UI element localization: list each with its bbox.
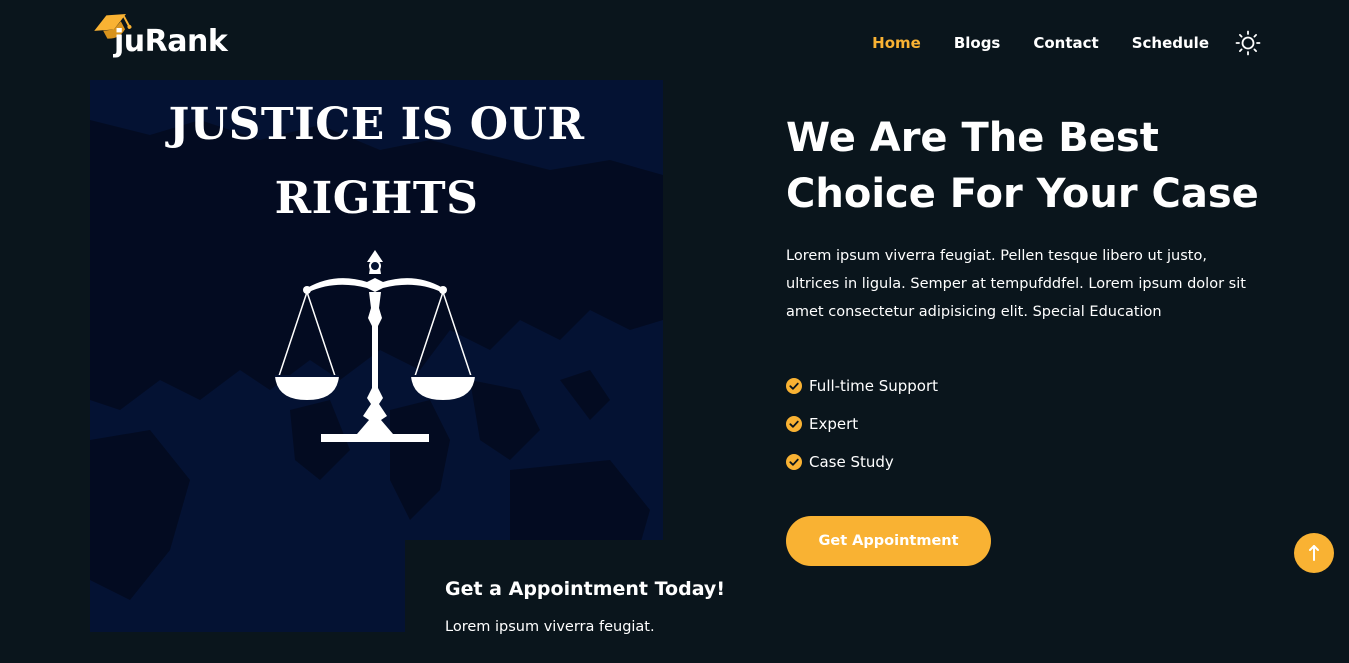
sun-icon[interactable]	[1235, 30, 1261, 56]
nav-home[interactable]: Home	[872, 34, 921, 52]
appointment-card-title: Get a Appointment Today!	[445, 578, 725, 600]
arrow-up-icon	[1309, 545, 1319, 561]
feature-label: Full-time Support	[809, 377, 939, 395]
check-circle-icon	[786, 454, 802, 470]
feature-item: Full-time Support	[786, 367, 938, 405]
check-circle-icon	[786, 378, 802, 394]
hero-headline-line-2: Choice For Your Case	[786, 171, 1259, 217]
hero-image-title: JUSTICE IS OUR RIGHTS	[90, 88, 663, 236]
hero-headline-line-1: We Are The Best	[786, 115, 1159, 161]
hero-title-line-1: JUSTICE IS OUR	[168, 99, 585, 150]
scales-of-justice-icon	[275, 250, 475, 442]
hero-headline: We Are The Best Choice For Your Case	[786, 110, 1306, 222]
check-circle-icon	[786, 416, 802, 432]
main-nav: Home Blogs Contact Schedule	[839, 30, 1261, 56]
hero-description: Lorem ipsum viverra feugiat. Pellen tesq…	[786, 248, 1246, 320]
feature-item: Case Study	[786, 443, 938, 481]
feature-item: Expert	[786, 405, 938, 443]
appointment-card-text: Lorem ipsum viverra feugiat.	[445, 619, 655, 635]
feature-label: Case Study	[809, 453, 894, 471]
feature-label: Expert	[809, 415, 859, 433]
back-to-top-button[interactable]	[1294, 533, 1334, 573]
brand-name: juRank	[114, 24, 228, 59]
appointment-card: Get a Appointment Today! Lorem ipsum viv…	[405, 540, 735, 663]
nav-blogs[interactable]: Blogs	[954, 34, 1001, 52]
nav-contact[interactable]: Contact	[1033, 34, 1098, 52]
feature-list: Full-time Support Expert Case Study	[786, 367, 938, 481]
nav-schedule[interactable]: Schedule	[1132, 34, 1209, 52]
hero-title-line-2: RIGHTS	[274, 173, 479, 224]
get-appointment-button[interactable]: Get Appointment	[786, 516, 991, 566]
